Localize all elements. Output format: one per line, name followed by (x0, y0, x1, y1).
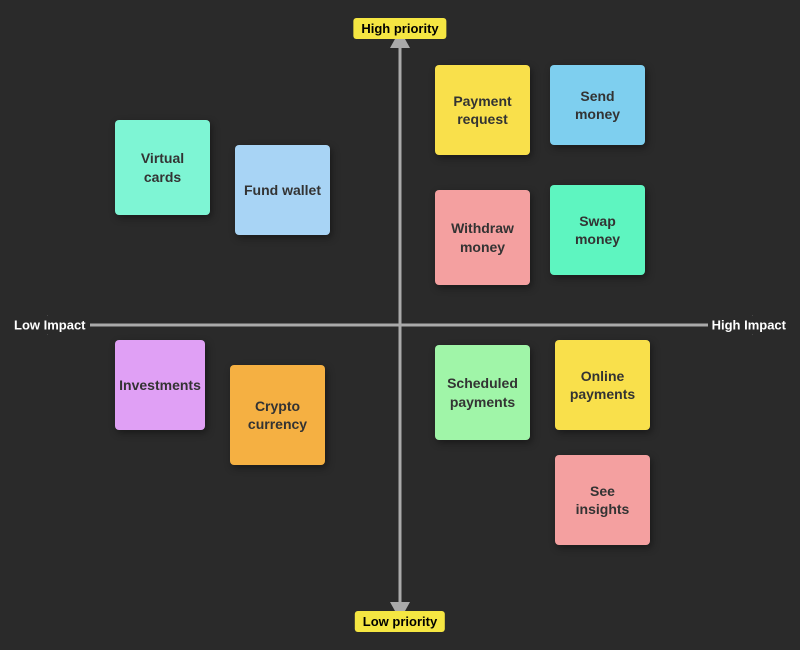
note-withdraw-money[interactable]: Withdraw money (435, 190, 530, 285)
note-fund-wallet[interactable]: Fund wallet (235, 145, 330, 235)
note-investments[interactable]: Investments (115, 340, 205, 430)
note-scheduled-payments[interactable]: Scheduled payments (435, 345, 530, 440)
low-impact-label: Low Impact (10, 316, 90, 335)
chart-container: High priority Low priority High Impact L… (0, 0, 800, 650)
note-crypto-currency[interactable]: Crypto currency (230, 365, 325, 465)
note-send-money[interactable]: Send money (550, 65, 645, 145)
vertical-axis (399, 40, 402, 610)
note-online-payments[interactable]: Online payments (555, 340, 650, 430)
high-impact-label: High Impact (708, 316, 790, 335)
note-payment-request[interactable]: Payment request (435, 65, 530, 155)
low-priority-label: Low priority (355, 611, 445, 632)
high-priority-label: High priority (353, 18, 446, 39)
note-swap-money[interactable]: Swap money (550, 185, 645, 275)
note-virtual-cards[interactable]: Virtual cards (115, 120, 210, 215)
note-see-insights[interactable]: See insights (555, 455, 650, 545)
